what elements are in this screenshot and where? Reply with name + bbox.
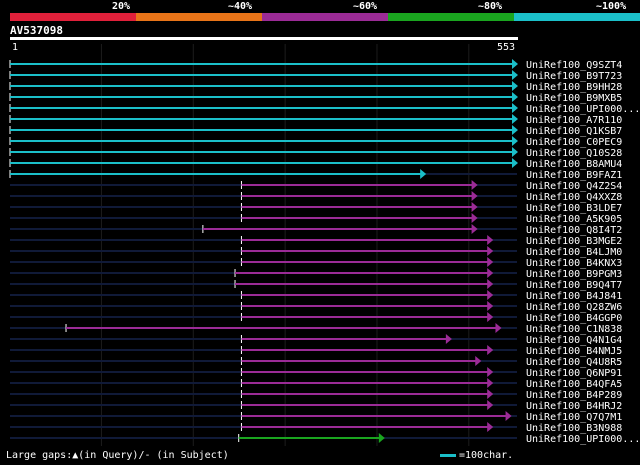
hit-arrowhead <box>487 257 494 267</box>
hit-label[interactable]: UniRef100_B9HH28 <box>526 82 622 93</box>
alignment-chart: UniRef100_Q9SZT4UniRef100_B9T723UniRef10… <box>9 44 640 446</box>
hit-label[interactable]: UniRef100_B3MGE2 <box>526 236 622 247</box>
hit-label[interactable]: UniRef100_B4HRJ2 <box>526 401 622 412</box>
hit-label[interactable]: UniRef100_B9PGM3 <box>526 269 622 280</box>
hit-arrowhead <box>487 422 494 432</box>
hit-arrowhead <box>471 224 478 234</box>
hit-label[interactable]: UniRef100_B4NMJ5 <box>526 346 622 357</box>
hit-arrowhead <box>512 136 518 146</box>
hit-arrowhead <box>475 356 482 366</box>
hit-label[interactable]: UniRef100_B9FAZ1 <box>526 170 622 181</box>
hit-label[interactable]: UniRef100_Q1KSB7 <box>526 126 622 137</box>
hit-label[interactable]: UniRef100_B4KNX3 <box>526 258 622 269</box>
hit-arrowhead <box>445 334 452 344</box>
hit-arrowhead <box>512 81 518 91</box>
scale-swatch <box>440 454 456 457</box>
hit-label[interactable]: UniRef100_C1N838 <box>526 324 622 335</box>
hit-label[interactable]: UniRef100_UPI000... <box>526 104 640 115</box>
hit-label[interactable]: UniRef100_Q6NP91 <box>526 368 622 379</box>
hit-arrowhead <box>512 125 518 135</box>
hit-arrowhead <box>487 312 494 322</box>
hit-arrowhead <box>487 246 494 256</box>
hit-arrowhead <box>512 114 518 124</box>
hit-label[interactable]: UniRef100_B9T723 <box>526 71 622 82</box>
hit-arrowhead <box>471 180 478 190</box>
hit-label[interactable]: UniRef100_Q4XXZ8 <box>526 192 622 203</box>
hit-label[interactable]: UniRef100_UPI000... <box>526 434 640 445</box>
hit-arrowhead <box>487 279 494 289</box>
hit-arrowhead <box>487 367 494 377</box>
hit-arrowhead <box>512 158 518 168</box>
scale-unit-label: =100char. <box>459 450 514 461</box>
hit-label[interactable]: UniRef100_B4P289 <box>526 390 622 401</box>
hit-label[interactable]: UniRef100_Q4Z2S4 <box>526 181 622 192</box>
hit-arrowhead <box>487 389 494 399</box>
hit-label[interactable]: UniRef100_A7R110 <box>526 115 622 126</box>
hit-arrowhead <box>487 235 494 245</box>
hit-arrowhead <box>495 323 502 333</box>
hit-arrowhead <box>487 400 494 410</box>
hit-label[interactable]: UniRef100_Q8I4T2 <box>526 225 622 236</box>
hit-label[interactable]: UniRef100_Q7Q7M1 <box>526 412 622 423</box>
scale-legend: =100char. <box>440 450 513 461</box>
hit-label[interactable]: UniRef100_Q9SZT4 <box>526 60 622 71</box>
hit-arrowhead <box>471 191 478 201</box>
hit-arrowhead <box>512 103 518 113</box>
hit-arrowhead <box>471 213 478 223</box>
hit-arrowhead <box>487 301 494 311</box>
hit-label[interactable]: UniRef100_B9MXB5 <box>526 93 622 104</box>
hit-arrowhead <box>512 147 518 157</box>
hit-arrowhead <box>512 92 518 102</box>
hit-label[interactable]: UniRef100_Q28ZW6 <box>526 302 622 313</box>
hit-label[interactable]: UniRef100_B4LJM0 <box>526 247 622 258</box>
hit-arrowhead <box>487 268 494 278</box>
hit-label[interactable]: UniRef100_B3LDE7 <box>526 203 622 214</box>
hit-arrowhead <box>487 290 494 300</box>
hit-arrowhead <box>487 378 494 388</box>
hit-arrowhead <box>378 433 385 443</box>
hit-arrowhead <box>512 59 518 69</box>
hit-label[interactable]: UniRef100_B3N988 <box>526 423 622 434</box>
hit-arrowhead <box>420 169 427 179</box>
hit-label[interactable]: UniRef100_C0PEC9 <box>526 137 622 148</box>
hit-label[interactable]: UniRef100_B9Q4T7 <box>526 280 622 291</box>
hit-label[interactable]: UniRef100_A5K905 <box>526 214 622 225</box>
hit-arrowhead <box>487 345 494 355</box>
hit-label[interactable]: UniRef100_B8AMU4 <box>526 159 622 170</box>
hit-label[interactable]: UniRef100_B4J841 <box>526 291 622 302</box>
hit-label[interactable]: UniRef100_B4QFA5 <box>526 379 622 390</box>
hit-label[interactable]: UniRef100_B4GGP0 <box>526 313 622 324</box>
hit-label[interactable]: UniRef100_Q10S28 <box>526 148 622 159</box>
hit-arrowhead <box>505 411 512 421</box>
hit-label[interactable]: UniRef100_Q4U8R5 <box>526 357 622 368</box>
gap-legend: Large gaps:▲(in Query)/- (in Subject) <box>6 450 229 461</box>
hit-label[interactable]: UniRef100_Q4N1G4 <box>526 335 622 346</box>
hit-arrowhead <box>471 202 478 212</box>
hit-arrowhead <box>512 70 518 80</box>
